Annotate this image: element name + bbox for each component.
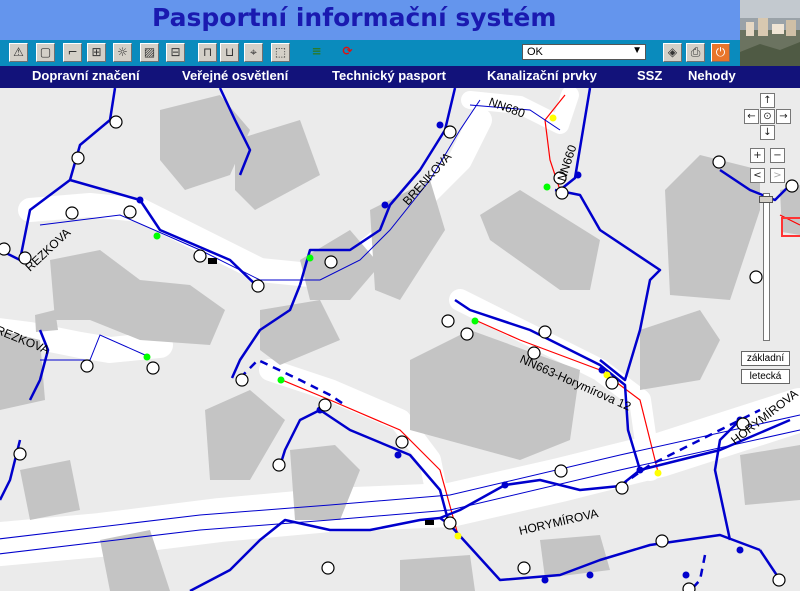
layer-aerial-button[interactable]: letecká — [741, 369, 790, 384]
zoom-out-button[interactable]: − — [770, 148, 785, 163]
sign-icon[interactable]: ▢ — [36, 43, 55, 62]
menu-nehody[interactable]: Nehody — [688, 68, 736, 83]
power-icon[interactable]: ⏻ — [711, 43, 730, 62]
eraser-icon[interactable]: ◈ — [663, 43, 682, 62]
bulb-icon[interactable]: ☼ — [113, 43, 132, 62]
back-button[interactable]: < — [750, 168, 765, 183]
print-icon[interactable]: ⎙ — [686, 43, 705, 62]
status-select-value: OK — [527, 46, 543, 58]
menu-verejne-osvetleni[interactable]: Veřejné osvětlení — [182, 68, 288, 83]
menu-dopravni-znaceni[interactable]: Dopravní značení — [32, 68, 140, 83]
pointer-icon[interactable]: ⬚ — [271, 43, 290, 62]
measure-icon[interactable]: ⊓ — [198, 43, 217, 62]
layer-basic-button[interactable]: základní — [741, 351, 790, 366]
measure-area-icon[interactable]: ⊔ — [220, 43, 239, 62]
car-icon[interactable]: ⊟ — [166, 43, 185, 62]
menu-ssz[interactable]: SSZ — [637, 68, 662, 83]
menu-technicky-pasport[interactable]: Technický pasport — [332, 68, 446, 83]
hatch-icon[interactable]: ▨ — [140, 43, 159, 62]
refresh-icon[interactable]: ⟳ — [338, 43, 357, 62]
zoom-in-button[interactable]: + — [750, 148, 765, 163]
layers-icon[interactable]: ≡ — [307, 43, 326, 62]
warning-icon[interactable]: ⚠ — [9, 43, 28, 62]
lamp-post-icon[interactable]: ⌐ — [63, 43, 82, 62]
city-photo — [740, 0, 800, 66]
app-header: Pasportní informační systém — [0, 0, 740, 40]
menu-kanalizacni-prvky[interactable]: Kanalizační prvky — [487, 68, 597, 83]
pan-down-button[interactable]: ↓ — [760, 125, 775, 140]
status-select[interactable]: OK ▼ — [522, 44, 646, 60]
map-canvas[interactable]: NN680 NN660 BRENKOVA REZKOVA REZKOVA NN6… — [0, 88, 800, 591]
app-title: Pasportní informační systém — [152, 3, 557, 32]
pan-right-button[interactable]: → — [776, 109, 791, 124]
center-map-button[interactable]: ⊙ — [760, 109, 775, 124]
pan-up-button[interactable]: ↑ — [760, 93, 775, 108]
zoom-slider-handle[interactable] — [759, 196, 773, 203]
chevron-down-icon: ▼ — [632, 45, 642, 56]
zoom-slider[interactable] — [763, 193, 770, 341]
network-icon[interactable]: ⊞ — [87, 43, 106, 62]
pan-left-button[interactable]: ← — [744, 109, 759, 124]
select-tool-icon[interactable]: ⌖ — [244, 43, 263, 62]
forward-button[interactable]: > — [770, 168, 785, 183]
